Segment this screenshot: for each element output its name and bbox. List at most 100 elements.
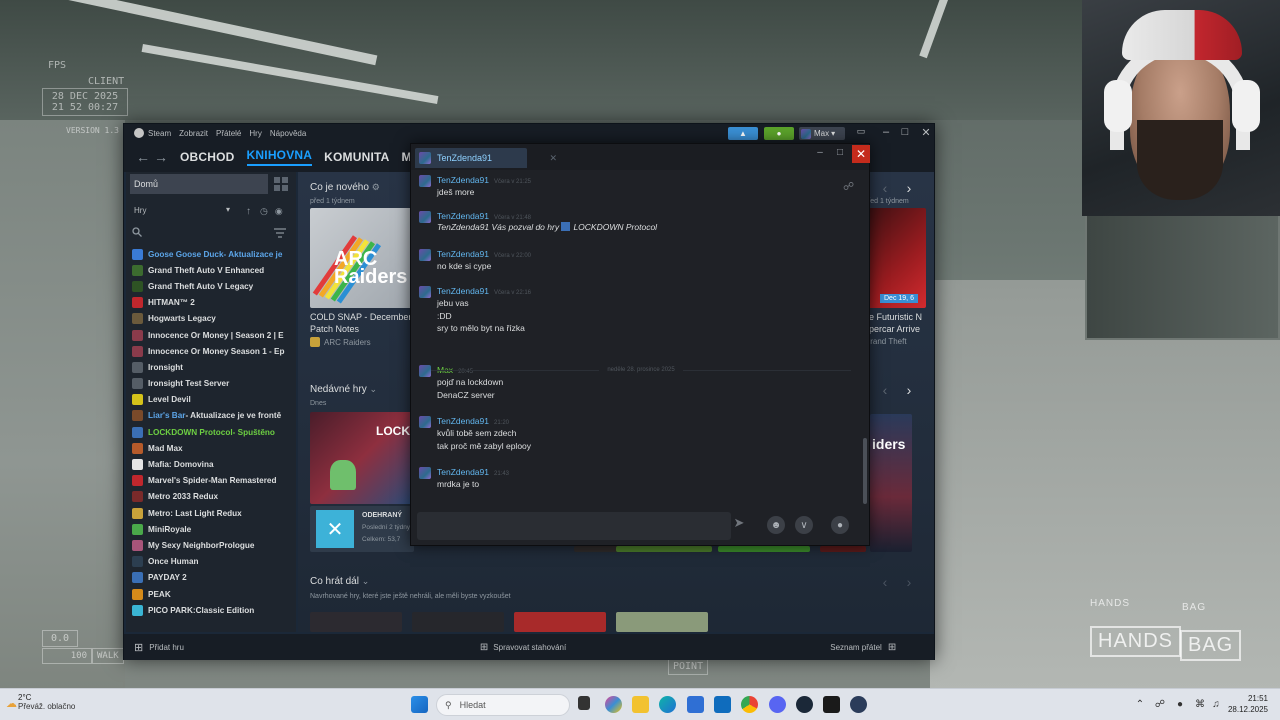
microphone-tray-icon[interactable]: ● — [1174, 699, 1186, 711]
chat-message-input[interactable] — [417, 512, 731, 540]
message-sender[interactable]: TenZdenda91 — [437, 416, 489, 426]
game-list-item[interactable]: PICO PARK:Classic Edition — [132, 602, 296, 618]
friend-avatar[interactable] — [419, 249, 431, 261]
notifications-button[interactable]: ● — [764, 127, 794, 140]
message-sender[interactable]: TenZdenda91 — [437, 467, 489, 477]
game-list-item[interactable]: Once Human — [132, 554, 296, 570]
chat-maximize-button[interactable]: □ — [833, 147, 847, 158]
minimize-button[interactable]: – — [876, 126, 896, 138]
chrome-icon[interactable] — [741, 696, 758, 713]
game-list-item[interactable]: Ironsight Test Server — [132, 376, 296, 392]
news-card-title-line-1[interactable]: COLD SNAP - December — [310, 311, 411, 323]
game-list-item[interactable]: Liar's Bar - Aktualizace je ve frontě — [132, 408, 296, 424]
game-list-item[interactable]: Metro 2033 Redux — [132, 489, 296, 505]
arc-raiders-game-card[interactable]: iders — [870, 414, 912, 552]
send-button[interactable]: ➤ — [729, 515, 749, 537]
message-sender[interactable]: TenZdenda91 — [437, 249, 489, 259]
nav-library[interactable]: KNIHOVNA — [246, 148, 313, 166]
game-list-item[interactable]: Grand Theft Auto V Enhanced — [132, 262, 296, 278]
filter-icon[interactable] — [274, 228, 286, 238]
windows-start-icon[interactable] — [411, 696, 428, 713]
message-sender[interactable]: TenZdenda91 — [437, 286, 489, 296]
add-game-button[interactable]: Přidat hru — [149, 643, 184, 652]
game-list-item[interactable]: Goose Goose Duck - Aktualizace je — [132, 246, 296, 262]
chevron-left-icon[interactable]: ‹ — [878, 382, 892, 398]
chat-close-button[interactable]: ✕ — [852, 145, 870, 163]
forward-arrow-icon[interactable]: → — [154, 149, 168, 165]
taskbar-search[interactable]: ⚲ Hledat — [436, 694, 570, 716]
chat-scrollbar[interactable] — [863, 438, 867, 504]
chevron-right-icon[interactable]: › — [902, 180, 916, 196]
game-list-item[interactable]: HITMAN™ 2 — [132, 295, 296, 311]
user-menu-button[interactable]: Max ▾ — [799, 127, 845, 140]
game-list-item[interactable]: Grand Theft Auto V Legacy — [132, 278, 296, 294]
game-list-item[interactable]: PEAK — [132, 586, 296, 602]
download-icon[interactable]: ⊞ — [480, 642, 488, 653]
announcement-button[interactable]: ▲ — [728, 127, 758, 140]
recent-game-card[interactable] — [616, 546, 712, 552]
grid-view-icon[interactable] — [274, 177, 288, 191]
menu-steam[interactable]: Steam — [148, 129, 171, 138]
nav-community[interactable]: KOMUNITA — [324, 150, 389, 164]
menu-games[interactable]: Hry — [249, 129, 261, 138]
discord-icon[interactable] — [769, 696, 786, 713]
game-list-item[interactable]: LOCKDOWN Protocol - Spuštěno — [132, 424, 296, 440]
chevron-left-icon[interactable]: ‹ — [878, 180, 892, 196]
copilot-icon[interactable] — [605, 696, 622, 713]
chevron-right-icon[interactable]: › — [902, 382, 916, 398]
manage-downloads-button[interactable]: Spravovat stahování — [493, 643, 566, 652]
news-card-image[interactable]: ARC Raiders — [310, 208, 416, 308]
back-arrow-icon[interactable]: ← — [136, 149, 150, 165]
self-avatar[interactable] — [419, 365, 431, 377]
chat-minimize-button[interactable]: – — [813, 147, 827, 158]
game-list-item[interactable]: PAYDAY 2 — [132, 570, 296, 586]
game-list-item[interactable]: Ironsight — [132, 359, 296, 375]
game-list-item[interactable]: My Sexy Neighbor Prologue — [132, 537, 296, 553]
game-list-item[interactable]: Marvel's Spider-Man Remastered — [132, 473, 296, 489]
news-card-title-line-2[interactable]: Patch Notes — [310, 323, 411, 335]
app-icon[interactable] — [823, 696, 840, 713]
game-list-item[interactable]: Mad Max — [132, 440, 296, 456]
suggested-game-card[interactable] — [616, 612, 708, 632]
friend-avatar[interactable] — [419, 467, 431, 479]
news-right-title-line-1[interactable]: he Futuristic N — [864, 311, 922, 323]
game-list-item[interactable]: Mafia: Domovina — [132, 456, 296, 472]
plus-icon[interactable]: ⊞ — [134, 641, 143, 654]
nav-store[interactable]: OBCHOD — [180, 150, 235, 164]
message-sender[interactable]: TenZdenda91 — [437, 175, 489, 185]
friend-avatar[interactable] — [419, 286, 431, 298]
lockdown-game-card[interactable]: LOCKD — [310, 412, 414, 504]
volume-icon[interactable]: ♫ — [1210, 699, 1222, 711]
news-right-title-line-2[interactable]: upercar Arrive — [864, 323, 922, 335]
collection-select[interactable]: Hry ▾ — [130, 203, 234, 219]
weather-widget[interactable]: 2°C Převáž. oblačno — [18, 693, 75, 711]
search-icon[interactable] — [132, 227, 142, 237]
chat-tab[interactable]: TenZdenda91 ✕ — [415, 148, 557, 168]
friend-avatar[interactable] — [419, 416, 431, 428]
chevron-down-icon[interactable]: ⌄ — [362, 576, 370, 586]
menu-help[interactable]: Nápověda — [270, 129, 306, 138]
game-list-item[interactable]: Metro: Last Light Redux — [132, 505, 296, 521]
outlook-icon[interactable] — [714, 696, 731, 713]
tray-chevron-icon[interactable]: ⌃ — [1134, 699, 1146, 711]
chevron-right-icon[interactable]: › — [902, 574, 916, 590]
menu-friends[interactable]: Přátelé — [216, 129, 241, 138]
close-tab-icon[interactable]: ✕ — [549, 153, 557, 164]
taskbar-clock[interactable]: 21:51 28.12.2025 — [1224, 693, 1268, 715]
chevron-left-icon[interactable]: ‹ — [878, 574, 892, 590]
task-view-icon[interactable] — [578, 696, 590, 710]
emoticon-button[interactable]: ☻ — [767, 516, 785, 534]
clock-icon[interactable]: ◷ — [260, 206, 268, 217]
friend-avatar[interactable] — [419, 175, 431, 187]
game-list-item[interactable]: Hogwarts Legacy — [132, 311, 296, 327]
game-list-item[interactable]: MiniRoyale — [132, 521, 296, 537]
store-icon[interactable] — [687, 696, 704, 713]
wifi-icon[interactable]: ⌘ — [1194, 699, 1206, 711]
friend-avatar[interactable] — [419, 211, 431, 223]
suggested-game-card[interactable] — [412, 612, 504, 632]
game-list-item[interactable]: Level Devil — [132, 392, 296, 408]
game-invite[interactable]: TenZdenda91 Vás pozval do hry LOCKDOWN P… — [437, 222, 657, 232]
play-filter-icon[interactable]: ◉ — [275, 206, 283, 217]
attach-button[interactable]: ∨ — [795, 516, 813, 534]
friends-list-button[interactable]: Seznam přátel — [830, 643, 882, 652]
